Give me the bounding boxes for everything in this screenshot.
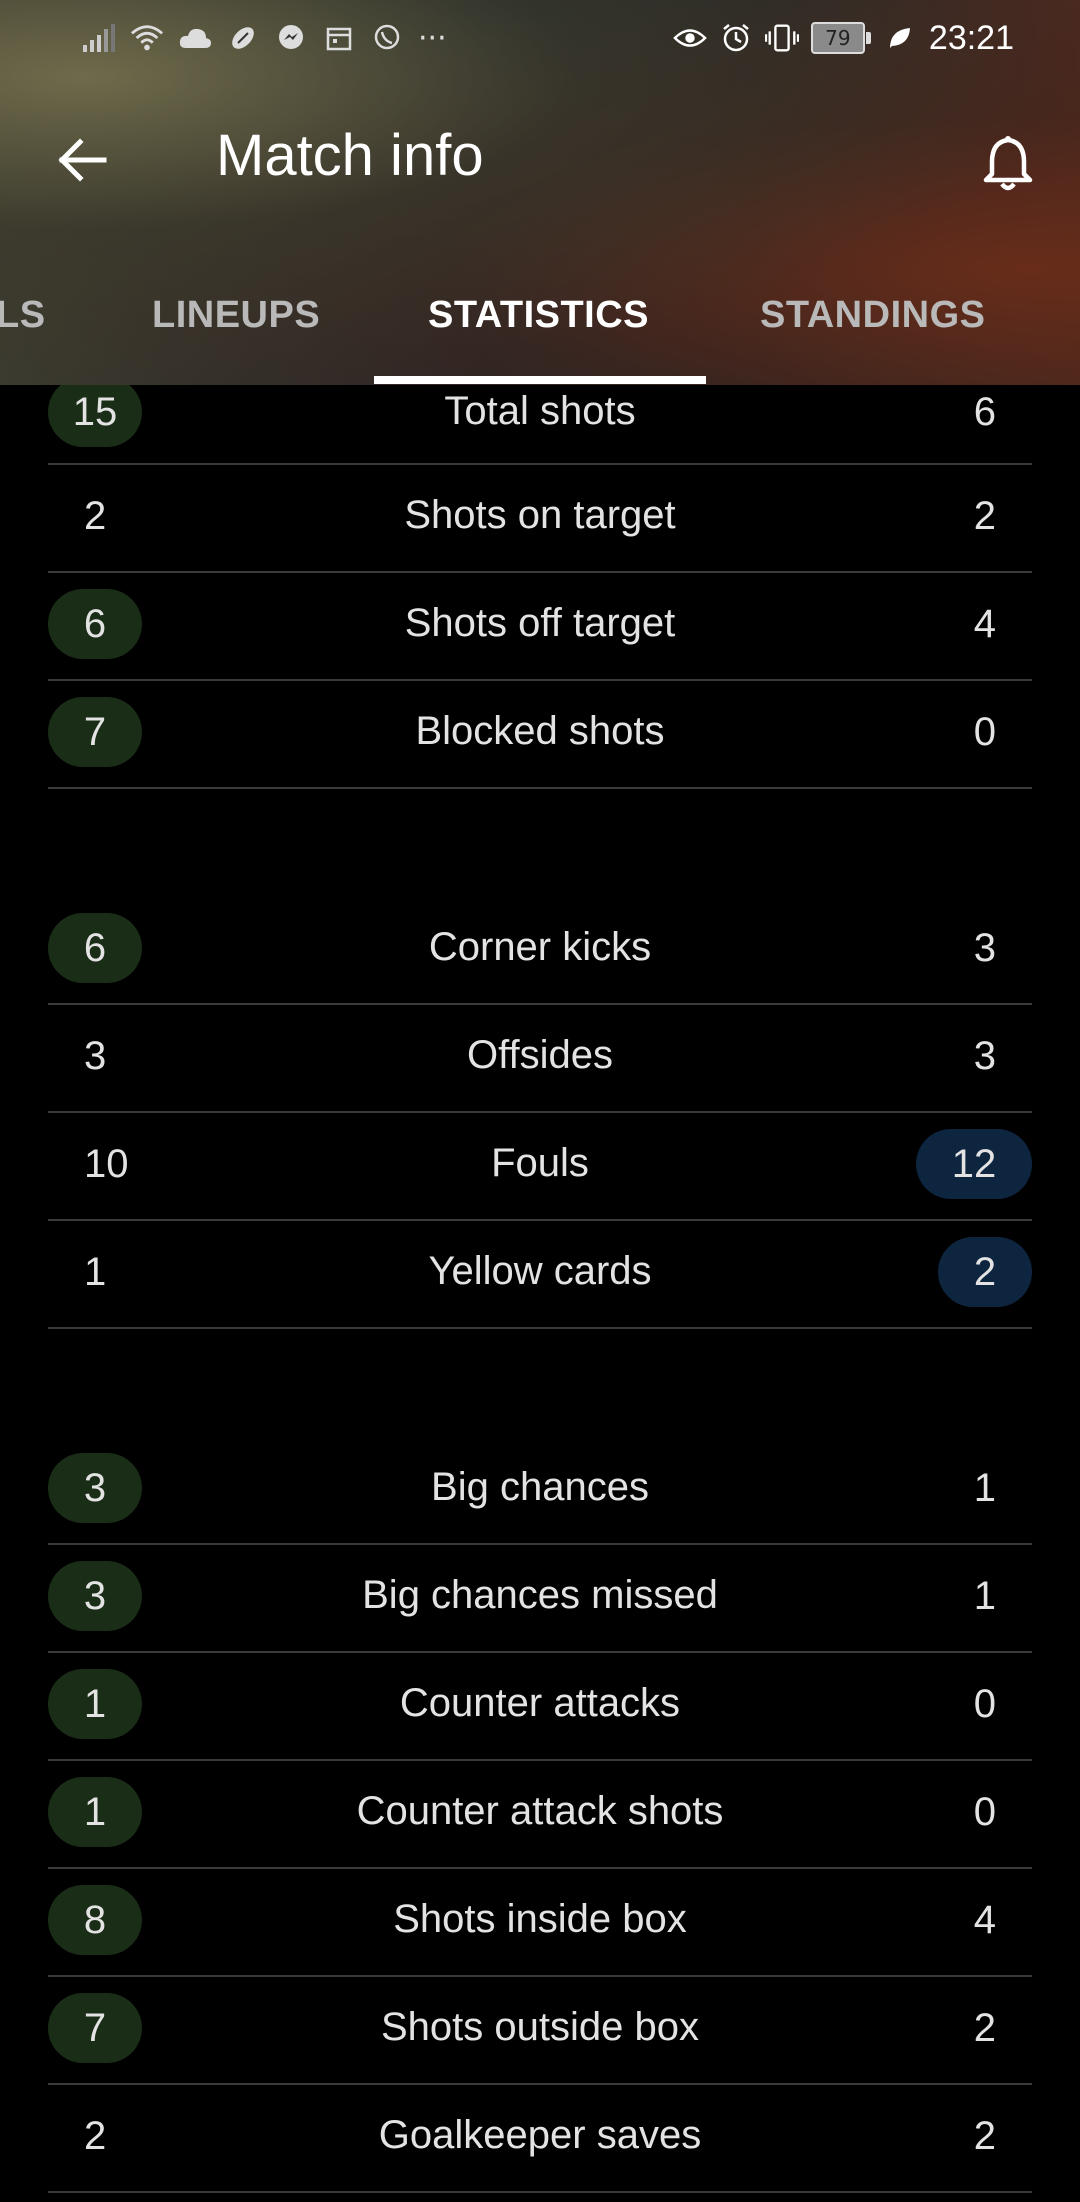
stat-row-fouls: 10 Fouls 12 [48, 1111, 1032, 1221]
away-value: 4 [973, 1897, 996, 1942]
stat-row-counter-attacks: 1 Counter attacks 0 [48, 1651, 1032, 1761]
eye-icon [673, 21, 707, 55]
stat-row-blocked-shots: 7 Blocked shots 0 [48, 679, 1032, 789]
stat-row-goalkeeper-saves: 2 Goalkeeper saves 2 [48, 2083, 1032, 2193]
calendar-icon [322, 21, 356, 55]
leaf-icon [883, 21, 917, 55]
messenger-icon [274, 21, 308, 55]
stat-row-offsides: 3 Offsides 3 [48, 1003, 1032, 1113]
toolbar: Match info [0, 100, 1080, 220]
stat-label: Yellow cards [428, 1249, 652, 1293]
more-notifications-icon: ··· [418, 20, 447, 56]
tab-lineups[interactable]: LINEUPS [152, 294, 320, 337]
stat-row-big-chances: 3 Big chances 1 [48, 1435, 1032, 1545]
stat-row-shots-off-target: 6 Shots off target 4 [48, 571, 1032, 681]
tab-bar: LS LINEUPS STATISTICS STANDINGS [0, 270, 1080, 380]
away-value: 2 [973, 2005, 996, 2050]
away-value: 2 [938, 1237, 1032, 1307]
bell-icon [983, 136, 1033, 191]
away-value: 0 [973, 709, 996, 754]
tab-statistics[interactable]: STATISTICS [428, 294, 649, 337]
stat-label: Corner kicks [428, 925, 652, 969]
app-header: ··· 79 23:21 Match info LS LINEUPS STATI… [0, 0, 1080, 385]
stat-label: Fouls [491, 1141, 589, 1185]
stat-label: Big chances missed [362, 1573, 718, 1617]
status-icons-left: ··· [0, 21, 447, 56]
away-value: 1 [973, 1573, 996, 1618]
page-title: Match info [216, 123, 484, 188]
stat-label: Shots outside box [381, 2005, 699, 2049]
notifications-button[interactable] [972, 128, 1044, 200]
stat-row-shots-outside-box: 7 Shots outside box 2 [48, 1975, 1032, 2085]
away-value: 2 [973, 2113, 996, 2158]
stat-label: Big chances [431, 1465, 649, 1509]
vibrate-icon [764, 21, 799, 55]
stat-label: Counter attack shots [356, 1789, 724, 1833]
back-button[interactable] [42, 128, 122, 192]
stat-row-yellow-cards: 1 Yellow cards 2 [48, 1219, 1032, 1329]
away-value: 2 [973, 493, 996, 538]
cloud-icon [178, 21, 212, 55]
status-bar: ··· 79 23:21 [0, 0, 1080, 76]
away-value: 6 [973, 389, 996, 434]
away-value: 0 [973, 1789, 996, 1834]
status-icons-right: 79 23:21 [673, 19, 1080, 58]
tab-standings[interactable]: STANDINGS [760, 294, 985, 337]
away-value: 3 [973, 925, 996, 970]
away-value: 12 [916, 1129, 1032, 1199]
stat-row-shots-inside-box: 8 Shots inside box 4 [48, 1867, 1032, 1977]
stat-label: Shots on target [404, 493, 676, 537]
stat-row-corner-kicks: 6 Corner kicks 3 [48, 895, 1032, 1005]
stat-label: Shots inside box [393, 1897, 687, 1941]
away-value: 0 [973, 1681, 996, 1726]
away-value: 3 [973, 1033, 996, 1078]
stat-label: Offsides [467, 1033, 613, 1077]
battery-icon: 79 [810, 22, 871, 54]
away-value: 4 [973, 601, 996, 646]
stat-row-shots-on-target: 2 Shots on target 2 [48, 463, 1032, 573]
stat-label: Counter attacks [399, 1681, 681, 1725]
stat-label: Blocked shots [415, 709, 665, 753]
wifi-icon [130, 21, 164, 55]
stat-row-counter-attack-shots: 1 Counter attack shots 0 [48, 1759, 1032, 1869]
status-time: 23:21 [928, 18, 1014, 57]
stat-row-big-chances-missed: 3 Big chances missed 1 [48, 1543, 1032, 1653]
signal-icon [82, 21, 116, 55]
viber-icon [370, 21, 404, 55]
football-icon [226, 21, 260, 55]
active-tab-indicator [374, 376, 706, 384]
stat-label: Shots off target [404, 601, 676, 645]
stat-label: Goalkeeper saves [378, 2113, 702, 2157]
arrow-left-icon [58, 138, 107, 182]
alarm-icon [719, 21, 753, 55]
tab-details[interactable]: LS [0, 294, 46, 337]
stat-label: Total shots [444, 389, 636, 433]
away-value: 1 [973, 1465, 996, 1510]
